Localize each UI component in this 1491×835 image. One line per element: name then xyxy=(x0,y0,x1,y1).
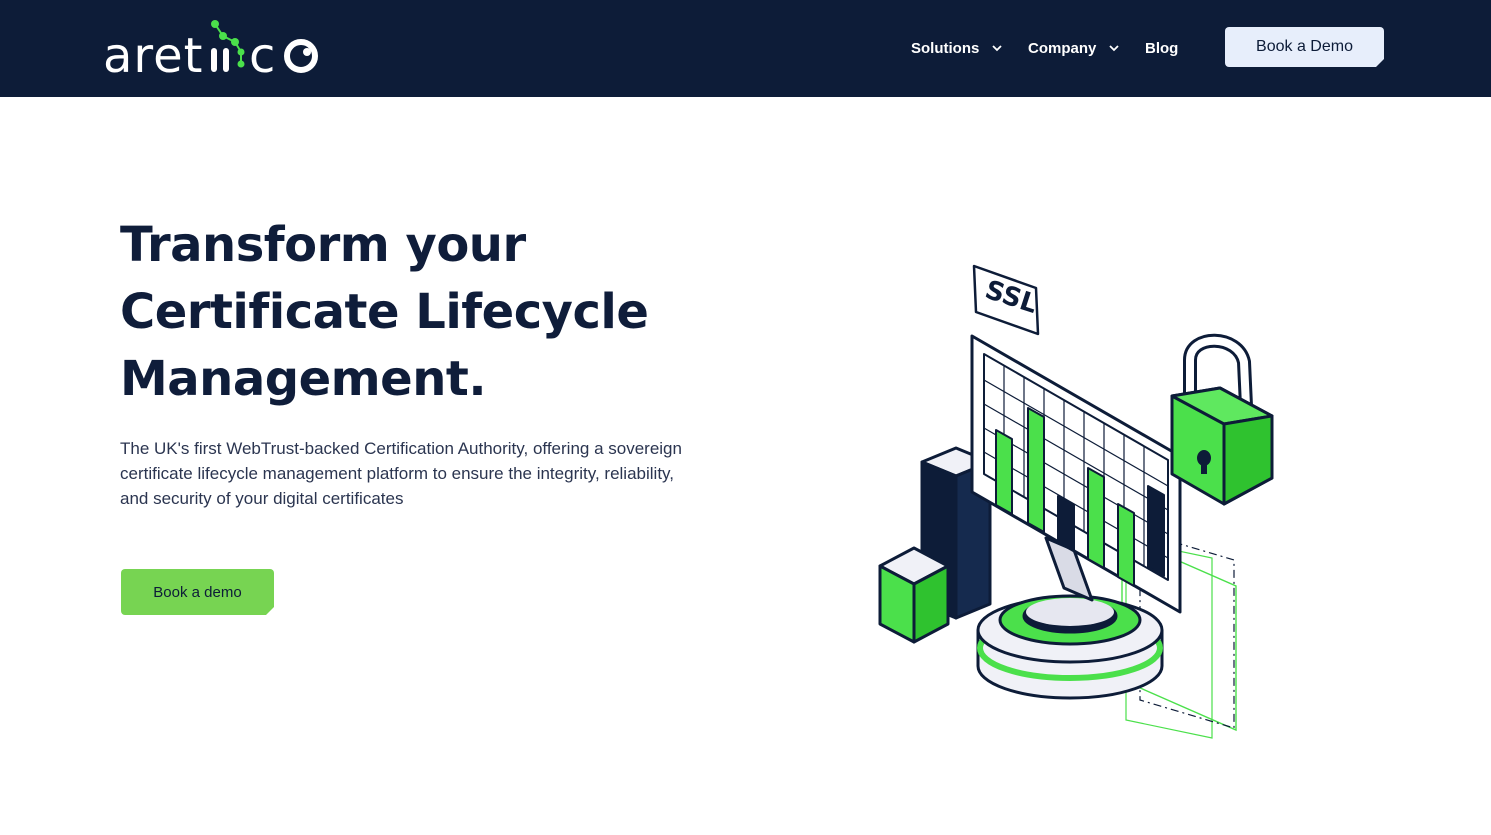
nav-item-label: Company xyxy=(1028,39,1097,57)
nav-item-label: Solutions xyxy=(911,39,980,57)
hero-description: The UK's first WebTrust-backed Certifica… xyxy=(120,439,682,508)
nav-item-company[interactable]: Company xyxy=(1028,34,1120,62)
book-a-demo-button[interactable]: Book a Demo xyxy=(1225,27,1384,67)
nav-item-blog[interactable]: Blog xyxy=(1145,34,1178,62)
hero-title-line: Transform your xyxy=(120,217,526,273)
hero-title: Transform your Certificate Lifecycle Man… xyxy=(120,212,720,413)
svg-text:c: c xyxy=(249,28,275,80)
certificate-illustration-icon: SSL xyxy=(878,264,1274,739)
hero-illustration: SSL xyxy=(860,250,1300,750)
hero-title-line: Management. xyxy=(120,351,487,407)
logo-icon: aret c xyxy=(103,20,318,80)
svg-text:aret: aret xyxy=(103,28,203,80)
hero-title-line: Certificate Lifecycle xyxy=(120,284,649,340)
chevron-down-icon xyxy=(992,45,1002,52)
padlock-icon xyxy=(1170,333,1274,506)
ssl-badge-icon: SSL xyxy=(972,264,1041,336)
nav-item-label: Blog xyxy=(1145,39,1179,57)
book-demo-cta-button[interactable]: Book a demo xyxy=(121,569,274,615)
site-header: aret c Solutions Company Blog Book a Dem… xyxy=(0,0,1491,97)
nav-item-solutions[interactable]: Solutions xyxy=(911,34,1003,62)
pedestal-icon xyxy=(976,594,1164,700)
chevron-down-icon xyxy=(1109,45,1119,52)
aretiico-logo[interactable]: aret c xyxy=(103,18,323,80)
cube-icon xyxy=(878,546,950,644)
